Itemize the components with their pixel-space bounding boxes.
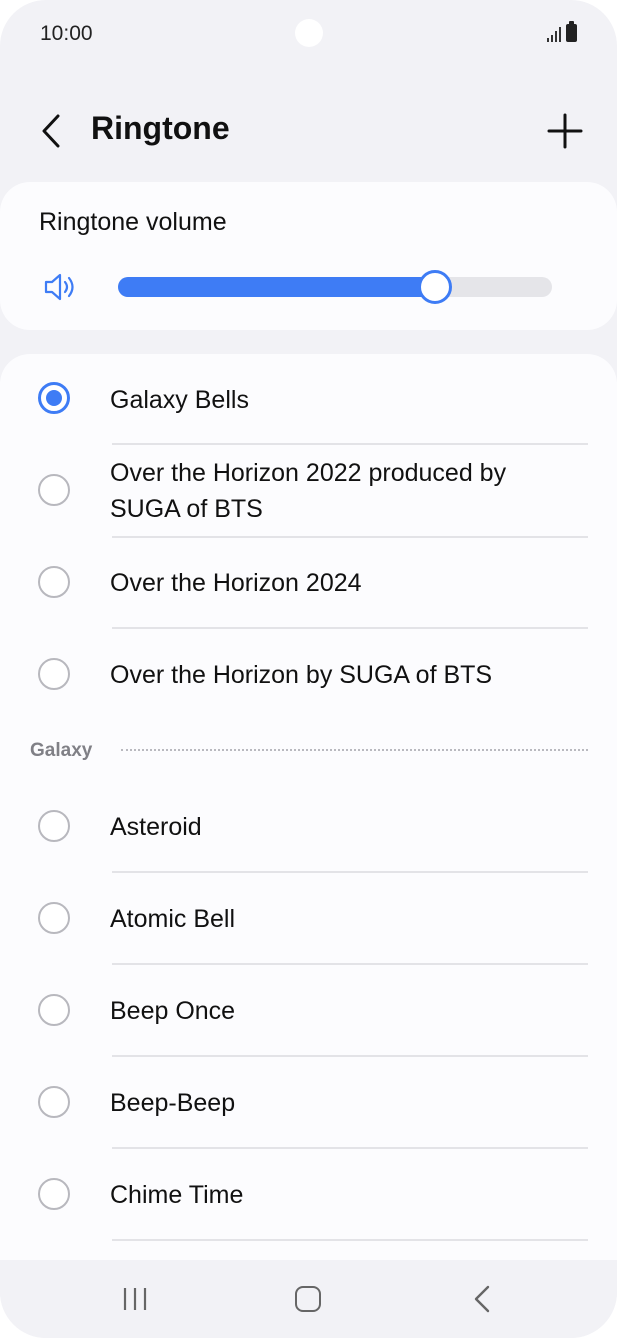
volume-card: Ringtone volume (0, 182, 617, 330)
ringtone-label: Galaxy Bells (110, 386, 249, 414)
recents-icon (123, 1288, 147, 1310)
chevron-left-icon (42, 114, 60, 148)
status-icons (547, 21, 577, 42)
status-time: 10:00 (40, 22, 93, 45)
volume-label: Ringtone volume (39, 208, 227, 236)
radio-button[interactable] (38, 382, 70, 414)
battery-icon (566, 21, 577, 42)
ringtone-item-over-the-horizon-2024[interactable]: Over the Horizon 2024 (0, 538, 617, 628)
ringtone-item-beep-once[interactable]: Beep Once (0, 965, 617, 1055)
phone-screen: 10:00 Ringtone Ringtone volume Galaxy Be… (0, 0, 617, 1338)
ringtone-item-atomic-bell[interactable]: Atomic Bell (0, 873, 617, 963)
ringtone-item-asteroid[interactable]: Asteroid (0, 782, 617, 872)
signal-icon (547, 26, 561, 42)
ringtone-item-beep-beep[interactable]: Beep-Beep (0, 1057, 617, 1147)
ringtone-label: Over the Horizon 2022 produced by SUGA o… (110, 459, 507, 523)
radio-button[interactable] (38, 658, 70, 690)
ringtone-label: Asteroid (110, 813, 202, 841)
radio-button[interactable] (38, 902, 70, 934)
recents-button[interactable] (120, 1286, 150, 1312)
camera-cutout (295, 19, 323, 47)
radio-button[interactable] (38, 566, 70, 598)
back-button[interactable] (30, 108, 70, 154)
ringtone-label: Beep Once (110, 997, 236, 1025)
ringtone-item-galaxy-bells[interactable]: Galaxy Bells (0, 354, 617, 444)
nav-back-button[interactable] (470, 1284, 494, 1314)
radio-button[interactable] (38, 810, 70, 842)
ringtone-label: Atomic Bell (110, 905, 236, 933)
plus-icon (547, 113, 583, 149)
ringtone-item-chime-time[interactable]: Chime Time (0, 1149, 617, 1239)
radio-button[interactable] (38, 1086, 70, 1118)
radio-button[interactable] (38, 474, 70, 506)
ringtone-item-over-the-horizon-suga[interactable]: Over the Horizon by SUGA of BTS (0, 629, 617, 719)
slider-fill (118, 277, 435, 297)
home-button[interactable] (295, 1286, 321, 1312)
ringtone-label: Beep-Beep (110, 1089, 236, 1117)
divider (112, 1239, 588, 1241)
ringtone-item-over-the-horizon-2022[interactable]: Over the Horizon 2022 produced by SUGA o… (0, 445, 617, 537)
radio-button[interactable] (38, 1178, 70, 1210)
section-divider (121, 749, 588, 751)
add-ringtone-button[interactable] (542, 108, 588, 154)
volume-slider[interactable] (118, 270, 552, 304)
ringtone-label: Chime Time (110, 1181, 244, 1209)
radio-button[interactable] (38, 994, 70, 1026)
ringtone-list: Galaxy Bells Over the Horizon 2022 produ… (0, 354, 617, 1260)
page-title: Ringtone (91, 110, 230, 146)
section-header-galaxy: Galaxy (30, 740, 93, 761)
navigation-bar (0, 1260, 617, 1338)
nav-back-icon (474, 1285, 490, 1313)
slider-thumb[interactable] (418, 270, 452, 304)
speaker-volume-icon[interactable] (43, 272, 79, 302)
ringtone-label: Over the Horizon 2024 (110, 569, 362, 597)
ringtone-label: Over the Horizon by SUGA of BTS (110, 661, 493, 689)
